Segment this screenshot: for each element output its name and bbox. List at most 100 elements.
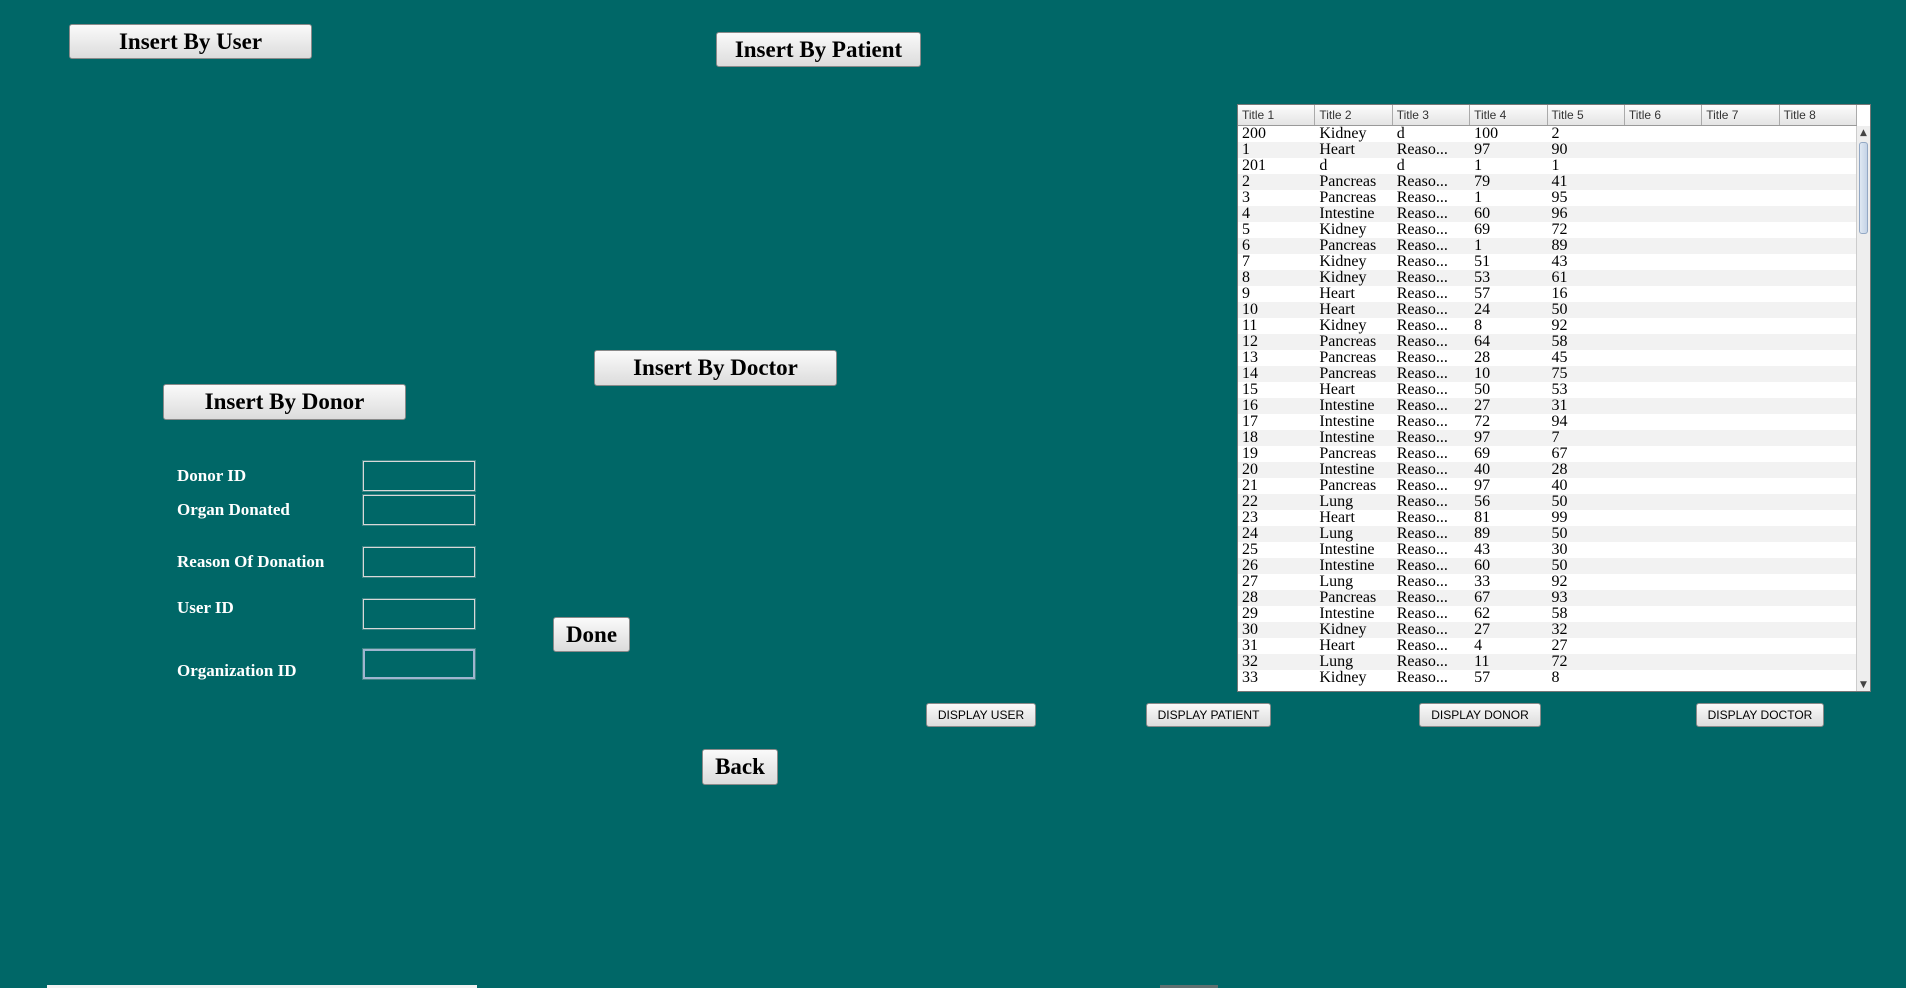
- table-row[interactable]: 28 Pancreas Reaso... 67 93: [1238, 590, 1857, 606]
- organization-id-field[interactable]: [362, 648, 476, 680]
- table-cell: Lung: [1319, 494, 1354, 510]
- insert-by-patient-button[interactable]: Insert By Patient: [716, 32, 921, 67]
- column-header[interactable]: Title 6: [1625, 105, 1703, 125]
- table-cell: 89: [1551, 238, 1568, 254]
- table-cell: 58: [1551, 606, 1568, 622]
- table-row[interactable]: 1 Heart Reaso... 97 90: [1238, 142, 1857, 158]
- column-header[interactable]: Title 2: [1315, 105, 1393, 125]
- table-cell: [1780, 398, 1857, 414]
- display-doctor-button[interactable]: DISPLAY DOCTOR: [1696, 703, 1824, 727]
- table-row[interactable]: 5 Kidney Reaso... 69 72: [1238, 222, 1857, 238]
- table-cell: [1702, 254, 1779, 270]
- table-row[interactable]: 23 Heart Reaso... 81 99: [1238, 510, 1857, 526]
- table-row[interactable]: 15 Heart Reaso... 50 53: [1238, 382, 1857, 398]
- table-row[interactable]: 31 Heart Reaso... 4 27: [1238, 638, 1857, 654]
- table-row[interactable]: 6 Pancreas Reaso... 1 89: [1238, 238, 1857, 254]
- table-cell: [1625, 398, 1702, 414]
- table-row[interactable]: 13 Pancreas Reaso... 28 45: [1238, 350, 1857, 366]
- table-row[interactable]: 4 Intestine Reaso... 60 96: [1238, 206, 1857, 222]
- table-cell: Reaso...: [1396, 174, 1448, 190]
- table-cell: [1625, 222, 1702, 238]
- column-header[interactable]: Title 4: [1470, 105, 1548, 125]
- scroll-down-icon[interactable]: ▼: [1857, 678, 1870, 691]
- table-row[interactable]: 25 Intestine Reaso... 43 30: [1238, 542, 1857, 558]
- scroll-thumb[interactable]: [1859, 142, 1868, 234]
- done-button[interactable]: Done: [553, 617, 630, 652]
- table-cell: 29: [1242, 606, 1258, 622]
- table-cell: [1625, 174, 1702, 190]
- table-cell: Heart: [1319, 286, 1355, 302]
- table-row[interactable]: 2 Pancreas Reaso... 79 41: [1238, 174, 1857, 190]
- table-cell: [1780, 414, 1857, 430]
- table-cell: [1702, 398, 1779, 414]
- table-cell: [1702, 606, 1779, 622]
- table-row[interactable]: 29 Intestine Reaso... 62 58: [1238, 606, 1857, 622]
- table-cell: [1780, 254, 1857, 270]
- table-row[interactable]: 27 Lung Reaso... 33 92: [1238, 574, 1857, 590]
- column-header[interactable]: Title 1: [1238, 105, 1316, 125]
- table-cell: [1625, 382, 1702, 398]
- column-header[interactable]: Title 5: [1548, 105, 1625, 125]
- table-cell: 100: [1474, 126, 1499, 142]
- table-row[interactable]: 18 Intestine Reaso... 97 7: [1238, 430, 1857, 446]
- data-table[interactable]: Title 1 Title 2 Title 3 Title 4 Title 5 …: [1237, 104, 1871, 692]
- table-row[interactable]: 14 Pancreas Reaso... 10 75: [1238, 366, 1857, 382]
- scroll-up-icon[interactable]: ▲: [1857, 126, 1870, 140]
- table-cell: 7: [1551, 430, 1560, 446]
- table-row[interactable]: 16 Intestine Reaso... 27 31: [1238, 398, 1857, 414]
- table-row[interactable]: 22 Lung Reaso... 56 50: [1238, 494, 1857, 510]
- table-row[interactable]: 26 Intestine Reaso... 60 50: [1238, 558, 1857, 574]
- table-row[interactable]: 24 Lung Reaso... 89 50: [1238, 526, 1857, 542]
- table-row[interactable]: 20 Intestine Reaso... 40 28: [1238, 462, 1857, 478]
- column-header[interactable]: Title 3: [1393, 105, 1471, 125]
- table-row[interactable]: 33 Kidney Reaso... 57 8: [1238, 670, 1857, 686]
- table-cell: [1780, 606, 1857, 622]
- table-row[interactable]: 7 Kidney Reaso... 51 43: [1238, 254, 1857, 270]
- table-row[interactable]: 21 Pancreas Reaso... 97 40: [1238, 478, 1857, 494]
- table-cell: 43: [1474, 542, 1491, 558]
- user-id-field[interactable]: [362, 598, 476, 630]
- table-cell: Reaso...: [1396, 334, 1448, 350]
- table-cell: [1780, 494, 1857, 510]
- table-cell: [1625, 190, 1702, 206]
- table-cell: [1625, 510, 1702, 526]
- organ-donated-field[interactable]: [362, 494, 476, 526]
- table-cell: [1702, 638, 1779, 654]
- table-cell: [1780, 382, 1857, 398]
- insert-by-donor-button[interactable]: Insert By Donor: [163, 384, 406, 420]
- table-cell: 31: [1242, 638, 1258, 654]
- insert-by-user-button[interactable]: Insert By User: [69, 24, 312, 59]
- table-cell: 72: [1551, 222, 1568, 238]
- table-cell: [1780, 462, 1857, 478]
- display-donor-button[interactable]: DISPLAY DONOR: [1419, 703, 1541, 727]
- display-patient-button[interactable]: DISPLAY PATIENT: [1146, 703, 1271, 727]
- table-row[interactable]: 17 Intestine Reaso... 72 94: [1238, 414, 1857, 430]
- table-cell: Kidney: [1319, 270, 1367, 286]
- table-row[interactable]: 11 Kidney Reaso... 8 92: [1238, 318, 1857, 334]
- display-user-button[interactable]: DISPLAY USER: [926, 703, 1036, 727]
- table-row[interactable]: 12 Pancreas Reaso... 64 58: [1238, 334, 1857, 350]
- table-row[interactable]: 200 Kidney d 100 2: [1238, 126, 1857, 142]
- table-row[interactable]: 3 Pancreas Reaso... 1 95: [1238, 190, 1857, 206]
- insert-by-doctor-button[interactable]: Insert By Doctor: [594, 350, 837, 386]
- table-row[interactable]: 201 d d 1 1: [1238, 158, 1857, 174]
- column-header[interactable]: Title 8: [1780, 105, 1857, 125]
- table-cell: [1625, 478, 1702, 494]
- table-cell: Heart: [1319, 302, 1355, 318]
- table-row[interactable]: 10 Heart Reaso... 24 50: [1238, 302, 1857, 318]
- table-cell: [1702, 190, 1779, 206]
- table-cell: Reaso...: [1396, 638, 1448, 654]
- table-row[interactable]: 9 Heart Reaso... 57 16: [1238, 286, 1857, 302]
- back-button[interactable]: Back: [702, 749, 778, 785]
- table-row[interactable]: 8 Kidney Reaso... 53 61: [1238, 270, 1857, 286]
- table-row[interactable]: 32 Lung Reaso... 11 72: [1238, 654, 1857, 670]
- vertical-scrollbar[interactable]: ▲ ▼: [1856, 126, 1870, 691]
- table-cell: [1702, 318, 1779, 334]
- donor-id-field[interactable]: [362, 460, 476, 492]
- table-cell: Heart: [1319, 142, 1355, 158]
- reason-of-donation-field[interactable]: [362, 546, 476, 578]
- column-header[interactable]: Title 7: [1702, 105, 1780, 125]
- table-row[interactable]: 19 Pancreas Reaso... 69 67: [1238, 446, 1857, 462]
- table-cell: Reaso...: [1396, 382, 1448, 398]
- table-row[interactable]: 30 Kidney Reaso... 27 32: [1238, 622, 1857, 638]
